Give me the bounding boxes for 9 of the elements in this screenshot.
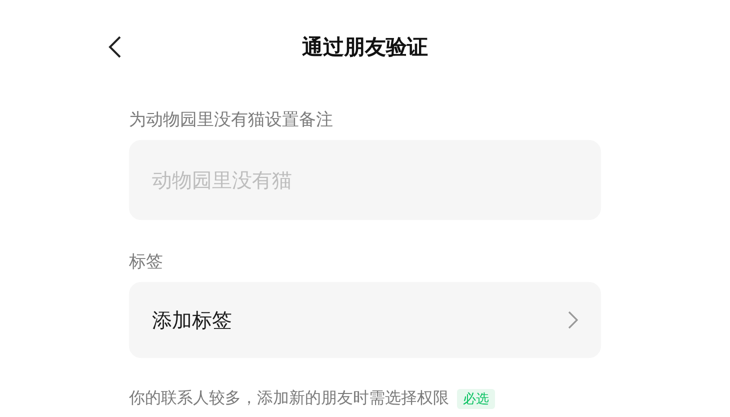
back-icon (108, 35, 122, 59)
page-title: 通过朋友验证 (302, 34, 428, 61)
add-tag-row[interactable]: 添加标签 (129, 282, 601, 358)
remark-label: 为动物园里没有猫设置备注 (129, 109, 334, 131)
notice-text: 你的联系人较多，添加新的朋友时需选择权限 (129, 388, 449, 409)
remark-field[interactable]: 动物园里没有猫 (129, 140, 601, 220)
chevron-right-icon (568, 311, 578, 329)
tags-label: 标签 (129, 251, 164, 273)
required-tag: 必选 (457, 388, 495, 408)
